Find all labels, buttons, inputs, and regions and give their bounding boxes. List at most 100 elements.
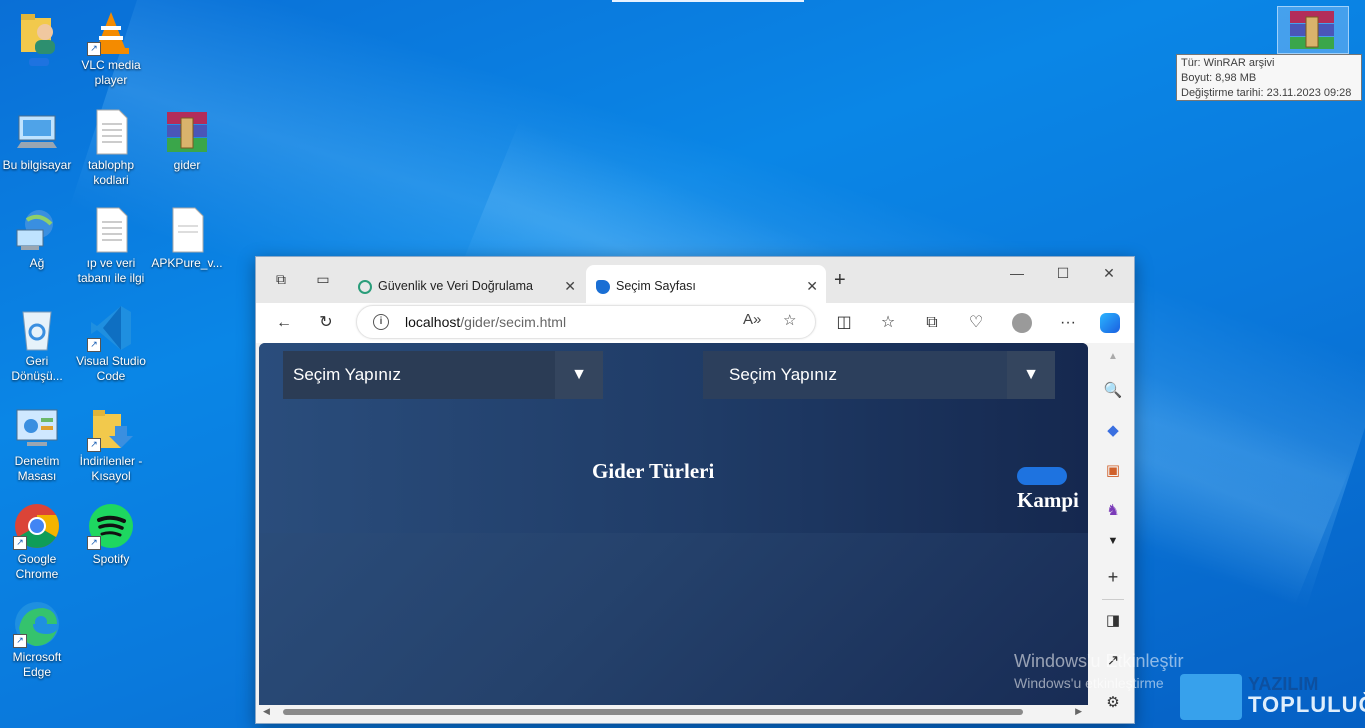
add-sidebar-app-icon[interactable]: + xyxy=(1103,567,1123,587)
tab-actions-icon[interactable]: ▭ xyxy=(312,271,334,291)
desktop-icon-network[interactable]: Ağ xyxy=(0,206,74,271)
tab-bar: ⧉ ▭ Güvenlik ve Veri Doğrulama ✕ Seçim S… xyxy=(256,257,1134,303)
hide-sidebar-icon[interactable]: ◨ xyxy=(1103,611,1123,631)
shortcut-arrow-icon: ↗ xyxy=(87,338,101,352)
chatgpt-icon xyxy=(358,280,372,294)
profile-avatar[interactable] xyxy=(1010,311,1034,335)
tab-title: Güvenlik ve Veri Doğrulama xyxy=(378,279,533,293)
text-file-icon xyxy=(87,206,135,254)
user-folder-icon xyxy=(15,8,63,56)
tooltip-size: Boyut: 8,98 MB xyxy=(1181,72,1257,84)
back-button[interactable]: ← xyxy=(272,311,296,335)
desktop-icon-label: ıp ve veri tabanı ile ilgi xyxy=(77,256,145,285)
shopping-tag-icon[interactable]: ◆ xyxy=(1103,421,1123,441)
desktop-icon-label: tablophp kodlari xyxy=(87,158,135,187)
file-info-tooltip: Tür: WinRAR arşivi Boyut: 8,98 MB Değişt… xyxy=(1176,54,1362,101)
desktop-icon-label: Ağ xyxy=(29,256,45,270)
redacted-text xyxy=(1017,467,1067,486)
dropdown-value: Seçim Yapınız xyxy=(729,365,838,384)
desktop-icon-gider[interactable]: gider xyxy=(150,108,224,173)
chrome-icon: ↗ xyxy=(13,502,61,550)
page-favicon-icon xyxy=(596,280,610,294)
desktop-icon-downloads[interactable]: ↗ İndirilenler - Kısayol xyxy=(74,404,148,484)
side-heading-text: Kampi xyxy=(1017,488,1079,512)
more-options-icon[interactable]: ··· xyxy=(1056,311,1080,335)
taskbar-edge xyxy=(612,0,804,2)
desktop-icon-chrome[interactable]: ↗ Google Chrome xyxy=(0,502,74,582)
desktop-icon-spotify[interactable]: ↗ Spotify xyxy=(74,502,148,567)
shortcut-arrow-icon: ↗ xyxy=(87,438,101,452)
logo-mark-icon xyxy=(1180,674,1242,720)
close-tab-icon[interactable]: ✕ xyxy=(564,278,576,295)
scrollbar-thumb[interactable] xyxy=(283,709,1023,715)
desktop-icon-apkpure[interactable]: APKPure_v... xyxy=(150,206,224,271)
read-aloud-icon[interactable]: A» xyxy=(743,311,761,328)
tools-briefcase-icon[interactable]: ▣ xyxy=(1103,461,1123,481)
shortcut-arrow-icon: ↗ xyxy=(87,536,101,550)
edge-browser-window: ⧉ ▭ Güvenlik ve Veri Doğrulama ✕ Seçim S… xyxy=(255,256,1135,724)
favorite-star-icon[interactable]: ☆ xyxy=(783,311,796,329)
selection-dropdown-1[interactable]: Seçim Yapınız ▼ xyxy=(283,351,603,399)
desktop-icon-label: Spotify xyxy=(92,552,130,566)
address-bar[interactable]: i localhost/gider/secim.html A» ☆ xyxy=(356,305,816,339)
logo-line2: TOPLULUĞU xyxy=(1248,692,1365,717)
desktop-icon-vscode[interactable]: ↗ Visual Studio Code xyxy=(74,304,148,384)
close-tab-icon[interactable]: ✕ xyxy=(806,278,818,295)
games-icon[interactable]: ♞ xyxy=(1103,501,1123,521)
collections-icon[interactable]: ⧉ xyxy=(920,311,944,335)
sidebar-divider xyxy=(1102,599,1124,600)
selection-dropdown-2[interactable]: Seçim Yapınız ▼ xyxy=(703,351,1055,399)
desktop-icon-label: Google Chrome xyxy=(15,552,59,581)
text-file-icon xyxy=(87,108,135,156)
desktop-icon-this-pc[interactable]: Bu bilgisayar xyxy=(0,108,74,173)
desktop-icon-label: Denetim Masası xyxy=(14,454,60,483)
workspaces-icon[interactable]: ⧉ xyxy=(270,271,292,291)
desktop-icon-control-panel[interactable]: Denetim Masası xyxy=(0,404,74,484)
tab-guvenlik[interactable]: Güvenlik ve Veri Doğrulama ✕ xyxy=(348,265,584,303)
horizontal-scrollbar[interactable]: ◀ ▶ xyxy=(259,705,1088,719)
desktop-icon-label: Bu bilgisayar xyxy=(2,158,72,172)
vscode-icon: ↗ xyxy=(87,304,135,352)
maximize-button[interactable]: ☐ xyxy=(1048,265,1078,282)
dropdown-value: Seçim Yapınız xyxy=(293,365,402,384)
watermark-title: Windows'u Etkinleştir xyxy=(1014,651,1184,671)
community-logo: YAZILIM TOPLULUĞU xyxy=(1180,668,1365,728)
split-screen-icon[interactable]: ◫ xyxy=(832,311,856,335)
tab-secim-sayfasi[interactable]: Seçim Sayfası ✕ xyxy=(586,265,826,303)
sidebar-settings-gear-icon[interactable]: ⚙ xyxy=(1103,693,1123,713)
vlc-icon: ↗ xyxy=(87,8,135,56)
minimize-button[interactable]: — xyxy=(1002,265,1032,281)
site-info-icon[interactable]: i xyxy=(373,314,389,330)
scroll-left-icon[interactable]: ◀ xyxy=(263,706,270,717)
search-icon[interactable]: 🔍 xyxy=(1103,381,1123,401)
spotify-icon: ↗ xyxy=(87,502,135,550)
refresh-button[interactable]: ↻ xyxy=(314,311,338,335)
expense-types-heading: Gider Türleri xyxy=(592,459,715,483)
desktop-icon-ip-veri[interactable]: ıp ve veri tabanı ile ilgi xyxy=(74,206,148,286)
winrar-icon xyxy=(1288,9,1336,56)
downloads-folder-icon: ↗ xyxy=(87,404,135,452)
sidebar-more-chevron-icon[interactable]: ▼ xyxy=(1103,531,1123,551)
desktop-icon-label: Geri Dönüşü... xyxy=(11,354,63,383)
desktop-icon-vlc[interactable]: ↗ VLC media player xyxy=(74,8,148,88)
copilot-icon[interactable] xyxy=(1098,311,1122,335)
sidebar-scroll-up-icon[interactable]: ▲ xyxy=(1103,347,1123,367)
desktop-icon-recycle-bin[interactable]: Geri Dönüşü... xyxy=(0,304,74,384)
computer-icon xyxy=(13,108,61,156)
tooltip-modified: Değiştirme tarihi: 23.11.2023 09:28 xyxy=(1181,87,1352,99)
desktop-icon-edge[interactable]: ↗ Microsoft Edge xyxy=(0,600,74,680)
favorites-icon[interactable]: ☆ xyxy=(876,311,900,335)
desktop-icon-tablophp[interactable]: tablophp kodlari xyxy=(74,108,148,188)
winrar-icon xyxy=(163,108,211,156)
dropdown-arrow-icon: ▼ xyxy=(555,351,603,399)
desktop-icon-label: Visual Studio Code xyxy=(76,354,146,383)
selected-desktop-icon-winrar[interactable] xyxy=(1277,6,1349,54)
close-window-button[interactable]: ✕ xyxy=(1094,265,1124,282)
windows-activation-watermark: Windows'u Etkinleştir Windows'u etkinleş… xyxy=(1014,651,1184,691)
new-tab-button[interactable]: + xyxy=(834,269,846,292)
address-url: localhost/gider/secim.html xyxy=(405,314,566,330)
browser-essentials-icon[interactable]: ♡ xyxy=(964,311,988,335)
scroll-right-icon[interactable]: ▶ xyxy=(1075,706,1082,717)
side-heading: Kampi xyxy=(1017,461,1079,513)
desktop-icon-user-folder[interactable] xyxy=(2,8,76,66)
